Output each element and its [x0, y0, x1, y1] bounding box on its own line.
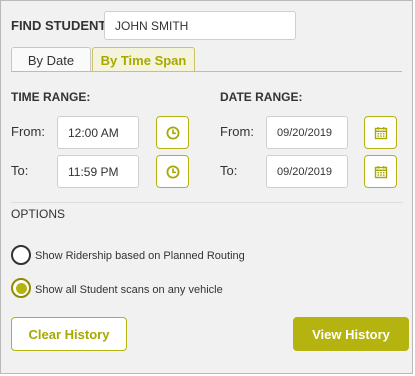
time-from-label: From: — [11, 124, 45, 139]
options-title: OPTIONS — [11, 207, 66, 221]
options-divider — [11, 202, 403, 203]
time-to-label: To: — [11, 163, 29, 178]
date-range-title: DATE RANGE: — [220, 90, 303, 104]
date-from-picker-button[interactable] — [364, 116, 397, 149]
tab-by-date[interactable]: By Date — [11, 47, 91, 72]
radio-all-scans[interactable] — [11, 278, 31, 298]
find-student-panel: FIND STUDENT JOHN SMITH By Date By Time … — [0, 0, 413, 374]
date-from-label: From: — [220, 124, 254, 139]
time-from-input[interactable]: 12:00 AM — [57, 116, 139, 149]
date-to-label: To: — [220, 163, 238, 178]
time-from-picker-button[interactable] — [156, 116, 189, 149]
clear-history-button[interactable]: Clear History — [11, 317, 127, 351]
radio-selected-dot — [15, 282, 27, 294]
clock-icon — [166, 165, 179, 178]
calendar-icon — [374, 126, 387, 139]
calendar-icon — [374, 165, 387, 178]
tab-by-time-span[interactable]: By Time Span — [92, 47, 195, 72]
radio-all-scans-label[interactable]: Show all Student scans on any vehicle — [35, 284, 223, 296]
date-to-picker-button[interactable] — [364, 155, 397, 188]
view-history-button[interactable]: View History — [293, 317, 409, 351]
date-to-input[interactable]: 09/20/2019 — [266, 155, 348, 188]
find-student-label: FIND STUDENT — [11, 18, 107, 33]
radio-planned-routing[interactable] — [11, 245, 31, 265]
clock-icon — [166, 126, 179, 139]
student-name-input[interactable]: JOHN SMITH — [104, 11, 296, 40]
radio-planned-routing-label[interactable]: Show Ridership based on Planned Routing — [35, 250, 245, 262]
time-to-picker-button[interactable] — [156, 155, 189, 188]
time-to-input[interactable]: 11:59 PM — [57, 155, 139, 188]
date-from-input[interactable]: 09/20/2019 — [266, 116, 348, 149]
time-range-title: TIME RANGE: — [11, 90, 91, 104]
tab-underline — [11, 71, 402, 72]
